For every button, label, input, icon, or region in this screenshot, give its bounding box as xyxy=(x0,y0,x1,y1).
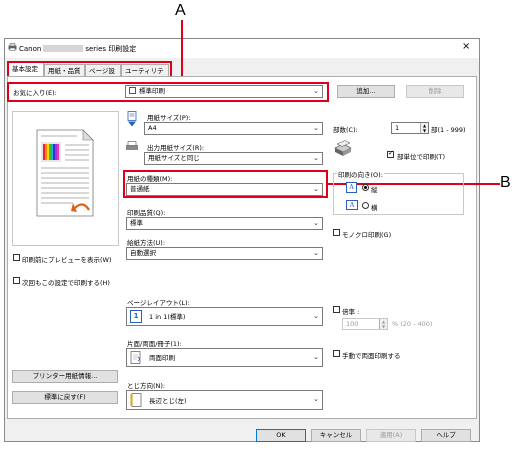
preview-before-print-checkbox[interactable] xyxy=(13,254,20,261)
cancel-button[interactable]: キャンセル xyxy=(311,429,361,442)
favorites-value: 標準印刷 xyxy=(139,87,165,95)
help-button[interactable]: ヘルプ xyxy=(421,429,471,442)
binding-label: とじ方向(N): xyxy=(127,382,166,390)
portrait-radio[interactable] xyxy=(362,184,369,191)
duplex-icon xyxy=(130,351,142,370)
landscape-radio[interactable] xyxy=(362,202,369,209)
output-paper-size-select[interactable]: 用紙サイズと同じ ⌄ xyxy=(144,152,323,165)
printer-icon xyxy=(8,43,17,51)
preview-before-print-label: 印刷前にプレビューを表示(W) xyxy=(22,256,112,264)
add-favorite-button[interactable]: 追加... xyxy=(337,85,395,98)
landscape-label: 横 xyxy=(371,204,378,212)
print-quality-value: 標準 xyxy=(130,219,143,227)
paper-size-label: 用紙サイズ(P): xyxy=(147,114,191,122)
scale-label: 倍率 : xyxy=(342,308,360,316)
chevron-down-icon: ⌄ xyxy=(313,185,319,193)
duplex-label: 片面/両面/冊子(1): xyxy=(127,340,182,348)
collate-checkbox[interactable] xyxy=(387,149,394,158)
media-type-value: 普通紙 xyxy=(130,185,150,193)
copies-spinner-icon[interactable]: ▲ ▼ xyxy=(420,123,428,133)
callout-a-line xyxy=(181,20,183,82)
paper-source-value: 自動選択 xyxy=(130,249,156,257)
always-print-current-checkbox[interactable] xyxy=(13,277,20,284)
favorites-icon xyxy=(129,87,136,94)
orientation-label: 印刷の向き(O): xyxy=(337,169,384,179)
always-print-current-label: 次回もこの設定で印刷する(H) xyxy=(22,279,110,287)
copies-input[interactable]: 1 ▲ ▼ xyxy=(391,122,429,134)
page-layout-value: 1 in 1(標準) xyxy=(149,313,186,321)
collate-label: 部単位で印刷(T) xyxy=(397,153,446,161)
chevron-down-icon: ⌄ xyxy=(313,312,319,320)
collate-pages-icon xyxy=(333,140,353,162)
delete-favorite-button[interactable]: 削除 xyxy=(406,85,464,98)
output-paper-size-value: 用紙サイズと同じ xyxy=(148,154,200,162)
chevron-down-icon: ⌄ xyxy=(313,395,319,403)
callout-a: A xyxy=(175,2,186,19)
grayscale-checkbox[interactable] xyxy=(333,229,340,236)
copies-label: 部数(C): xyxy=(333,126,358,134)
scale-spinner-icon[interactable]: ▲ ▼ xyxy=(379,319,387,329)
paper-size-value: A4 xyxy=(148,124,157,132)
apply-button[interactable]: 適用(A) xyxy=(366,429,416,442)
favorites-select[interactable]: 標準印刷 ⌄ xyxy=(125,85,323,98)
page-preview-image xyxy=(36,129,94,217)
binding-value: 長辺とじ(左) xyxy=(149,397,187,405)
chevron-down-icon: ⌄ xyxy=(313,219,319,227)
callout-b: B xyxy=(500,174,511,191)
scale-checkbox[interactable] xyxy=(333,306,340,313)
portrait-label: 縦 xyxy=(371,186,378,194)
chevron-down-icon: ⌄ xyxy=(313,353,319,361)
ok-button[interactable]: OK xyxy=(256,429,306,442)
paper-source-label: 給紙方法(U): xyxy=(127,239,166,247)
close-icon[interactable]: × xyxy=(462,42,470,52)
chevron-down-icon: ⌄ xyxy=(313,87,319,95)
media-type-label: 用紙の種類(M): xyxy=(127,175,173,183)
landscape-icon: A xyxy=(346,200,358,210)
output-paper-size-label: 出力用紙サイズ(R): xyxy=(147,144,205,152)
page-layout-icon: 1 xyxy=(130,310,142,323)
title-suffix: series 印刷設定 xyxy=(85,45,137,53)
output-paper-size-icon xyxy=(125,141,139,153)
manual-duplex-checkbox[interactable] xyxy=(333,350,340,357)
chevron-down-icon: ⌄ xyxy=(313,249,319,257)
title-prefix: Canon xyxy=(19,45,42,53)
title-model-redacted xyxy=(43,45,84,52)
chevron-down-icon: ⌄ xyxy=(313,124,319,132)
chevron-down-icon: ⌄ xyxy=(313,154,319,162)
portrait-icon: A xyxy=(346,182,357,193)
defaults-button[interactable]: 標準に戻す(F) xyxy=(12,391,118,404)
manual-duplex-label: 手動で両面印刷する xyxy=(342,352,401,360)
copies-range: 部(1 - 999) xyxy=(431,126,466,134)
scale-range: % (20 - 400) xyxy=(392,320,433,328)
preview-pane xyxy=(12,111,119,246)
binding-select[interactable]: 長辺とじ(左) ⌄ xyxy=(126,390,323,410)
binding-icon xyxy=(130,393,142,413)
duplex-select[interactable]: 両面印刷 ⌄ xyxy=(126,348,323,367)
page-layout-label: ページレイアウト(L): xyxy=(127,299,190,307)
copies-value: 1 xyxy=(395,124,400,132)
print-quality-label: 印刷品質(Q): xyxy=(127,209,166,217)
grayscale-label: モノクロ印刷(G) xyxy=(342,231,392,239)
scale-input[interactable]: 100 ▲ ▼ xyxy=(342,318,388,330)
page-layout-select[interactable]: 1 1 in 1(標準) ⌄ xyxy=(126,307,323,326)
media-type-select[interactable]: 普通紙 ⌄ xyxy=(126,183,323,196)
paper-size-select[interactable]: A4 ⌄ xyxy=(144,122,323,135)
printer-paper-info-button[interactable]: プリンター用紙情報... xyxy=(12,370,118,383)
duplex-value: 両面印刷 xyxy=(149,354,175,362)
paper-size-icon xyxy=(126,111,138,129)
window-title: Canon series 印刷設定 xyxy=(19,44,136,54)
paper-source-select[interactable]: 自動選択 ⌄ xyxy=(126,247,323,260)
print-quality-select[interactable]: 標準 ⌄ xyxy=(126,217,323,230)
favorites-label: お気に入り(E): xyxy=(13,89,57,97)
scale-value: 100 xyxy=(346,320,359,328)
